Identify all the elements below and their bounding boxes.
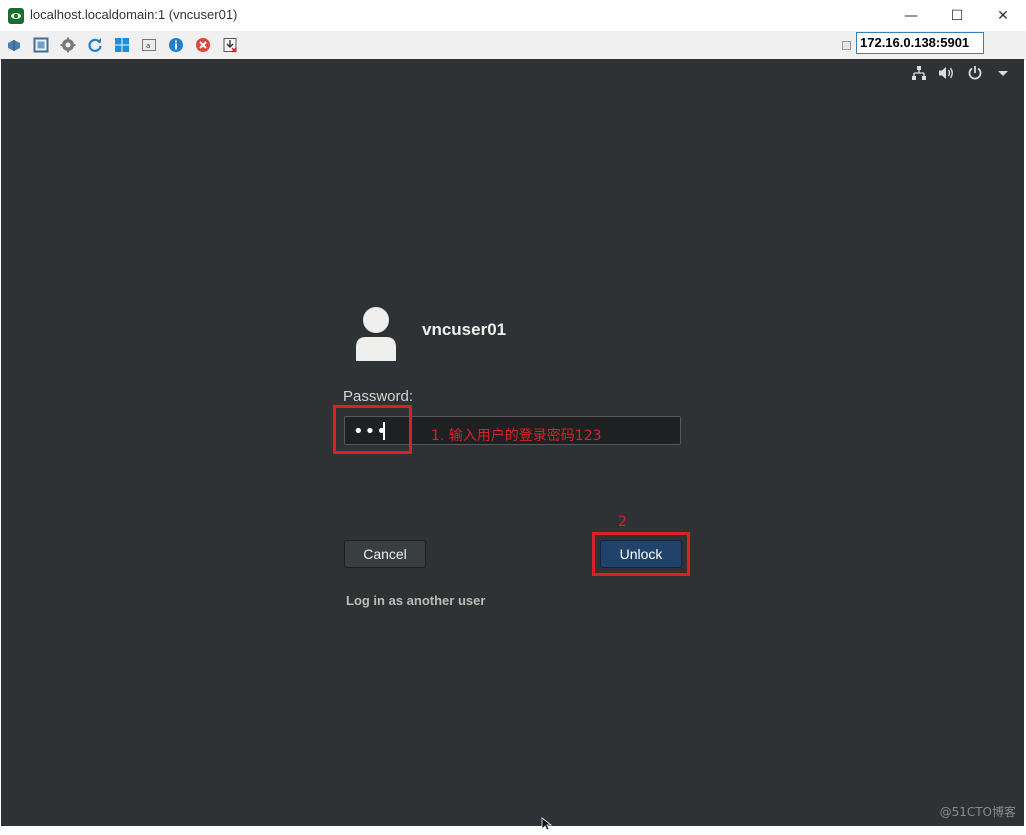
password-label: Password: — [343, 388, 414, 405]
username-label: vncuser01 — [422, 320, 507, 339]
power-icon[interactable] — [966, 65, 984, 81]
volume-icon[interactable] — [938, 65, 956, 81]
address-marker-icon — [842, 41, 851, 50]
window-titlebar[interactable]: localhost.localdomain:1 (vncuser01) — ☐ … — [0, 0, 1026, 32]
cancel-button[interactable]: Cancel — [344, 540, 426, 568]
maximize-button[interactable]: ☐ — [934, 0, 980, 31]
window-title: localhost.localdomain:1 (vncuser01) — [30, 7, 238, 22]
disconnect-icon[interactable] — [194, 36, 212, 54]
windows-key-icon[interactable] — [113, 36, 131, 54]
annotation-box-unlock — [592, 532, 690, 576]
send-keys-icon[interactable]: a — [140, 36, 158, 54]
svg-text:a: a — [146, 42, 150, 50]
system-tray — [910, 65, 1012, 81]
annotation-step1-text: 1. 输入用户的登录密码123 — [431, 428, 602, 444]
remote-desktop[interactable]: vncuser01 Password: ••• 1. 输入用户的登录密码123 … — [1, 59, 1024, 831]
network-icon[interactable] — [910, 65, 928, 81]
info-icon[interactable] — [167, 36, 185, 54]
chevron-down-icon[interactable] — [994, 65, 1012, 81]
annotation-box-password — [333, 405, 412, 454]
minimize-button[interactable]: — — [888, 0, 934, 31]
mouse-cursor-icon — [541, 816, 553, 835]
vnc-viewer-icon — [8, 8, 24, 24]
log-in-as-another-user-link[interactable]: Log in as another user — [346, 593, 485, 608]
settings-icon[interactable] — [59, 36, 77, 54]
close-button[interactable]: ✕ — [980, 0, 1026, 31]
watermark-text: @51CTO博客 — [939, 805, 1016, 819]
refresh-icon[interactable] — [86, 36, 104, 54]
annotation-step2-text: 2 — [618, 514, 627, 530]
transfer-icon[interactable] — [221, 36, 239, 54]
fullscreen-icon[interactable] — [32, 36, 50, 54]
user-avatar-icon — [353, 305, 399, 361]
options-icon[interactable] — [5, 36, 23, 54]
server-address-field[interactable]: 172.16.0.138:5901 — [856, 32, 984, 54]
